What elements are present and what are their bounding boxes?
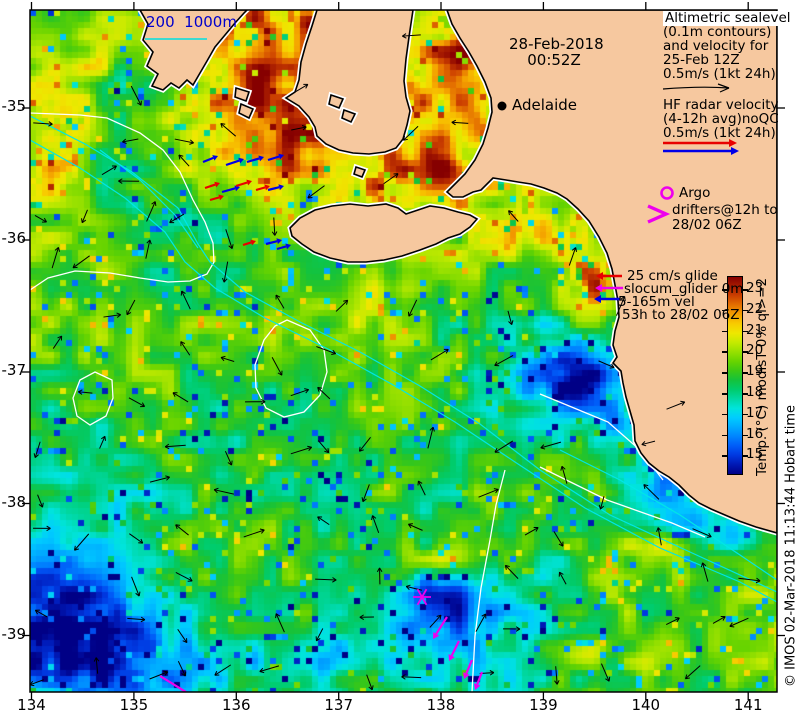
colorbar-tick-label: 16 [746,425,764,442]
colorbar-tick-label: 18 [746,384,764,400]
lat-tick-label: -38 [1,492,27,511]
colorbar-tick-label: 21 [746,321,764,338]
argo-legend-label: Argo [679,185,711,201]
colorbar-tick [722,413,728,416]
sst-map-figure: 28-Feb-2018 00:52Z Adelaide 200 1000m Ar… [0,0,800,720]
lat-tick-label: -39 [1,624,27,643]
colorbar-tick-label: 20 [746,342,764,359]
depth-contour-legend-label: 200 1000m [146,13,237,31]
lon-tick-label: 139 [529,696,558,714]
hf-radar-vectors [202,153,291,251]
lon-tick-label: 141 [733,696,763,714]
adelaide-dot [497,101,507,111]
drifters-legend-line: drifters@12h to [672,202,778,218]
lat-tick-label: -35 [1,97,27,115]
colorbar-tick-label: 22 [746,300,764,317]
lon-tick-label: 136 [221,696,251,714]
lat-tick-label: -36 [1,229,27,247]
lat-tick-label: -37 [1,361,27,379]
colorbar-tick-label: 23 [746,280,764,296]
glider-legend-line: 53h to 28/02 06Z [622,307,740,323]
colorbar [722,276,748,475]
colorbar-tick [722,351,728,353]
colorbar-tick [722,434,728,437]
lon-tick-label: 134 [17,696,46,714]
drifter-track-marks [159,588,484,692]
date-line-2: 00:52Z [527,51,581,69]
lon-tick-label: 135 [119,696,149,714]
lon-tick-label: 140 [631,696,661,714]
city-label-adelaide: Adelaide [512,96,578,114]
lon-tick-label: 138 [426,696,456,714]
attribution-text: © IMOS 02-Mar-2018 11:13:44 Hobart time [783,404,799,688]
colorbar-tick-label: 15 [746,446,764,463]
lon-tick-label: 137 [324,696,353,714]
colorbar-tick-label: 17 [746,404,764,421]
colorbar-tick [722,330,728,333]
hf-radar-legend-line: 0.5m/s (1kt 24h) [663,125,776,141]
colorbar-tick [722,372,728,374]
colorbar-tick [722,455,728,457]
colorbar-tick-label: 19 [746,363,764,380]
drifters-legend-line: 28/02 06Z [672,217,742,233]
colorbar-tick [722,393,728,395]
altimetry-legend-line: 0.5m/s (1kt 24h) [663,66,776,82]
